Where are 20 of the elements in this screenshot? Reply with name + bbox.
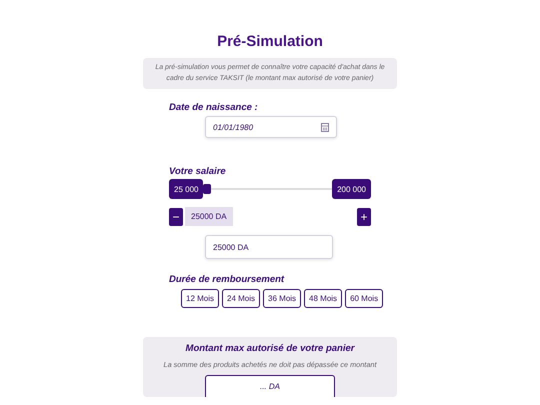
duration-option[interactable]: 12 Mois <box>181 289 220 308</box>
result-title: Montant max autorisé de votre panier <box>186 343 354 354</box>
duration-option[interactable]: 36 Mois <box>263 289 302 308</box>
result-amount-field: ... DA <box>205 375 335 397</box>
salary-input-field[interactable]: 25000 DA <box>205 235 333 259</box>
calendar-icon <box>321 122 329 132</box>
birth-date-field[interactable]: 01/01/1980 <box>205 116 337 138</box>
birth-date-label: Date de naissance : <box>169 102 258 113</box>
slider-min-value: 25 000 <box>169 179 204 199</box>
duration-option[interactable]: 48 Mois <box>304 289 342 308</box>
duration-option[interactable]: 60 Mois <box>345 289 384 308</box>
slider-thumb[interactable] <box>203 184 212 194</box>
salary-tooltip: 25000 DA <box>185 207 233 226</box>
page-title: Pré-Simulation <box>216 33 324 50</box>
duration-label: Durée de remboursement <box>169 274 284 285</box>
duration-option[interactable]: 24 Mois <box>222 289 260 308</box>
slider-max-value: 200 000 <box>332 179 371 199</box>
decrease-button[interactable]: − <box>169 208 183 226</box>
salary-label: Votre salaire <box>169 166 226 177</box>
increase-button[interactable]: + <box>357 208 371 226</box>
